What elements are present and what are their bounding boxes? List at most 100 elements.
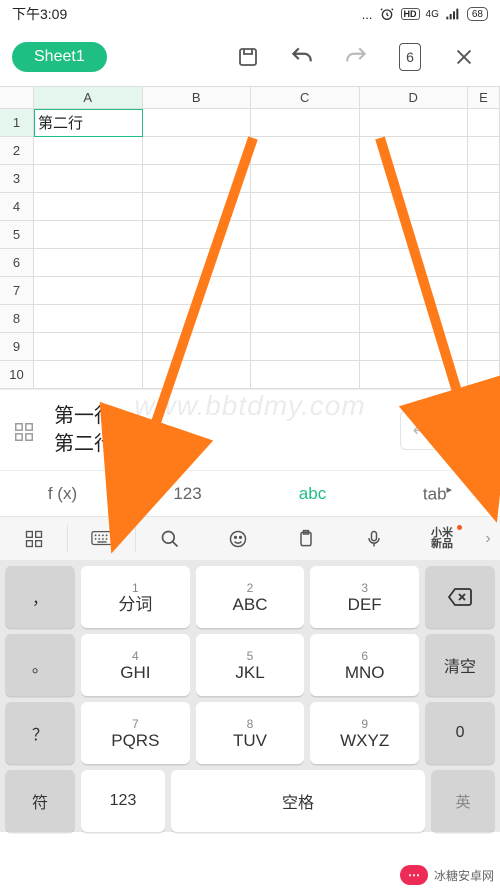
cell[interactable] xyxy=(360,165,469,193)
key-language[interactable]: 英 xyxy=(431,770,495,832)
cell[interactable] xyxy=(34,137,143,165)
row-header[interactable]: 4 xyxy=(0,193,34,221)
cell[interactable] xyxy=(251,109,360,137)
cell[interactable] xyxy=(34,193,143,221)
cell[interactable] xyxy=(34,249,143,277)
column-header-b[interactable]: B xyxy=(143,87,252,109)
cell[interactable] xyxy=(143,277,252,305)
key-numeric[interactable]: 123 xyxy=(81,770,165,832)
cell[interactable] xyxy=(143,361,252,389)
page-count-button[interactable]: 6 xyxy=(386,35,434,79)
redo-button[interactable] xyxy=(332,35,380,79)
cell[interactable] xyxy=(143,221,252,249)
undo-button[interactable] xyxy=(278,35,326,79)
cell[interactable] xyxy=(251,165,360,193)
cell-a1[interactable]: 第二行 xyxy=(34,109,143,137)
mode-fx[interactable]: f (x) xyxy=(0,484,125,504)
kb-emoji-icon[interactable] xyxy=(204,517,272,560)
row-header[interactable]: 9 xyxy=(0,333,34,361)
key-question[interactable]: ？ xyxy=(5,702,75,764)
key-2[interactable]: 2ABC xyxy=(196,566,305,628)
mode-tab[interactable]: tab▸ xyxy=(375,483,500,505)
cell[interactable] xyxy=(360,221,469,249)
cell[interactable] xyxy=(468,361,500,389)
cell[interactable] xyxy=(468,333,500,361)
key-space[interactable]: 空格 xyxy=(171,770,425,832)
key-1[interactable]: 1分词 xyxy=(81,566,190,628)
cell[interactable] xyxy=(251,361,360,389)
cell[interactable] xyxy=(360,249,469,277)
row-header[interactable]: 3 xyxy=(0,165,34,193)
cell[interactable] xyxy=(251,137,360,165)
cell[interactable] xyxy=(360,305,469,333)
key-8[interactable]: 8TUV xyxy=(196,702,305,764)
column-header-c[interactable]: C xyxy=(251,87,360,109)
key-3[interactable]: 3DEF xyxy=(310,566,419,628)
cell[interactable] xyxy=(251,333,360,361)
column-header-e[interactable]: E xyxy=(468,87,500,109)
column-header-d[interactable]: D xyxy=(360,87,469,109)
cell[interactable] xyxy=(468,137,500,165)
sheet-tab[interactable]: Sheet1 xyxy=(12,42,107,72)
cell[interactable] xyxy=(251,277,360,305)
cell[interactable] xyxy=(468,221,500,249)
key-zero[interactable]: 0 xyxy=(425,702,495,764)
spreadsheet-grid[interactable]: A B C D E 1 第二行 2 3 4 5 6 7 8 9 10 xyxy=(0,86,500,389)
newline-button[interactable]: ↵ xyxy=(400,410,440,450)
cell[interactable] xyxy=(34,277,143,305)
confirm-button[interactable] xyxy=(450,410,490,450)
kb-voice-icon[interactable] xyxy=(340,517,408,560)
save-button[interactable] xyxy=(224,35,272,79)
cell[interactable] xyxy=(468,109,500,137)
key-6[interactable]: 6MNO xyxy=(310,634,419,696)
cell[interactable] xyxy=(34,221,143,249)
cell[interactable] xyxy=(143,165,252,193)
cell[interactable] xyxy=(143,305,252,333)
cell[interactable] xyxy=(360,193,469,221)
row-header[interactable]: 7 xyxy=(0,277,34,305)
close-button[interactable] xyxy=(440,35,488,79)
row-header[interactable]: 8 xyxy=(0,305,34,333)
row-header[interactable]: 1 xyxy=(0,109,34,137)
row-header[interactable]: 2 xyxy=(0,137,34,165)
kb-apps-icon[interactable] xyxy=(0,517,68,560)
cell[interactable] xyxy=(251,221,360,249)
cell[interactable] xyxy=(143,249,252,277)
cell[interactable] xyxy=(360,137,469,165)
key-5[interactable]: 5JKL xyxy=(196,634,305,696)
key-4[interactable]: 4GHI xyxy=(81,634,190,696)
cell[interactable] xyxy=(468,305,500,333)
cell-editor-input[interactable]: 第一行 第二行 xyxy=(48,398,390,462)
mode-abc[interactable]: abc xyxy=(250,484,375,504)
kb-expand-icon[interactable]: › xyxy=(476,530,500,548)
key-clear[interactable]: 清空 xyxy=(425,634,495,696)
cell[interactable] xyxy=(34,361,143,389)
row-header[interactable]: 6 xyxy=(0,249,34,277)
cell[interactable] xyxy=(34,305,143,333)
key-period[interactable]: 。 xyxy=(5,634,75,696)
row-header[interactable]: 10 xyxy=(0,361,34,389)
cell[interactable] xyxy=(360,277,469,305)
cell[interactable] xyxy=(34,333,143,361)
key-7[interactable]: 7PQRS xyxy=(81,702,190,764)
key-backspace[interactable] xyxy=(425,566,495,628)
kb-brand-label[interactable]: 小米新品 xyxy=(408,517,476,560)
cell[interactable] xyxy=(251,193,360,221)
key-9[interactable]: 9WXYZ xyxy=(310,702,419,764)
cell[interactable] xyxy=(251,249,360,277)
row-header[interactable]: 5 xyxy=(0,221,34,249)
cell[interactable] xyxy=(251,305,360,333)
kb-keyboard-icon[interactable] xyxy=(68,517,136,560)
cell[interactable] xyxy=(143,109,252,137)
expand-editor-icon[interactable] xyxy=(10,398,38,462)
cell[interactable] xyxy=(34,165,143,193)
cell[interactable] xyxy=(468,249,500,277)
select-all-corner[interactable] xyxy=(0,87,34,109)
key-comma[interactable]: ， xyxy=(5,566,75,628)
cell[interactable] xyxy=(143,333,252,361)
cell[interactable] xyxy=(360,109,469,137)
cell[interactable] xyxy=(143,137,252,165)
column-header-a[interactable]: A xyxy=(34,87,143,109)
cell[interactable] xyxy=(360,361,469,389)
cell[interactable] xyxy=(360,333,469,361)
